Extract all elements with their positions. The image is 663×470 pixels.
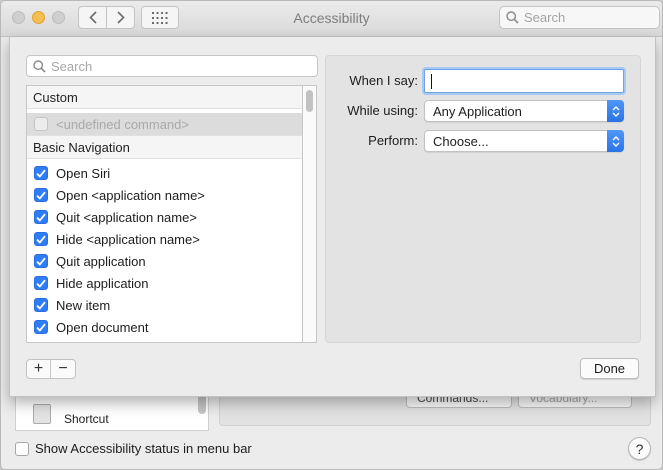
while-using-label: While using: — [347, 103, 418, 118]
chevron-up-down-icon — [612, 105, 619, 117]
command-row[interactable]: Quit application — [27, 250, 302, 272]
while-using-select[interactable]: Any Application — [424, 100, 624, 122]
checkbox[interactable] — [34, 117, 48, 131]
command-label: Hide application — [56, 275, 149, 291]
add-remove-control: + − — [26, 359, 76, 379]
command-label: Open document — [56, 319, 149, 335]
checkmark-icon — [36, 301, 46, 310]
checkbox-checked[interactable] — [34, 276, 48, 290]
checkbox-checked[interactable] — [34, 254, 48, 268]
add-command-button[interactable]: + — [27, 360, 52, 378]
command-label: Quit <application name> — [56, 209, 197, 225]
checkbox-checked[interactable] — [34, 320, 48, 334]
when-i-say-input[interactable] — [424, 69, 624, 93]
command-label: Quit application — [56, 253, 146, 269]
command-row[interactable]: Hide application — [27, 272, 302, 294]
command-row[interactable]: Open <application name> — [27, 184, 302, 206]
undefined-command-label: <undefined command> — [56, 116, 189, 132]
chevron-up-down-icon — [612, 135, 619, 147]
checkbox[interactable] — [15, 441, 29, 456]
commands-search-field[interactable]: Search — [26, 55, 318, 77]
commands-sheet: Search Custom <undefined command> Basic … — [9, 37, 656, 397]
category-item-label: Shortcut — [64, 412, 109, 426]
checkbox-checked[interactable] — [34, 210, 48, 224]
search-icon — [506, 11, 519, 24]
checkmark-icon — [36, 213, 46, 222]
command-row[interactable]: New item — [27, 294, 302, 316]
status-menu-label: Show Accessibility status in menu bar — [35, 441, 252, 456]
command-label: Open <application name> — [56, 187, 205, 203]
checkmark-icon — [36, 257, 46, 266]
command-row[interactable]: Hide <application name> — [27, 228, 302, 250]
section-header-custom: Custom — [27, 86, 302, 109]
perform-label: Perform: — [368, 133, 418, 148]
commands-list-scrollbar[interactable] — [303, 85, 317, 343]
commands-search-placeholder: Search — [51, 58, 93, 74]
text-caret — [431, 73, 432, 89]
window-search-field[interactable]: Search — [499, 6, 660, 29]
command-label: Hide <application name> — [56, 231, 200, 247]
search-icon — [33, 59, 46, 73]
undefined-command-row[interactable]: <undefined command> — [27, 113, 302, 135]
perform-value: Choose... — [433, 133, 489, 149]
checkbox-checked[interactable] — [34, 298, 48, 312]
select-stepper[interactable] — [607, 100, 624, 122]
checkbox-checked[interactable] — [34, 188, 48, 202]
done-button[interactable]: Done — [580, 358, 639, 379]
commands-list: Custom <undefined command> Basic Navigat… — [26, 85, 303, 343]
command-label: New item — [56, 297, 111, 313]
title-bar: Accessibility Search — [1, 1, 662, 37]
when-i-say-label: When I say: — [349, 73, 418, 88]
select-stepper[interactable] — [607, 130, 624, 152]
shortcut-icon — [33, 404, 51, 424]
remove-command-button[interactable]: − — [51, 360, 75, 378]
checkmark-icon — [36, 169, 46, 178]
command-detail-panel: When I say: While using: Any Application… — [325, 55, 641, 343]
window-search-placeholder: Search — [524, 10, 566, 25]
checkmark-icon — [36, 279, 46, 288]
command-row[interactable]: Open Siri — [27, 162, 302, 184]
scrollbar-thumb[interactable] — [306, 90, 313, 112]
status-menu-checkbox[interactable]: Show Accessibility status in menu bar — [15, 441, 252, 456]
checkmark-icon — [36, 191, 46, 200]
section-header-basic-navigation: Basic Navigation — [27, 135, 302, 159]
while-using-value: Any Application — [433, 103, 522, 119]
command-row[interactable]: Open document — [27, 316, 302, 338]
command-label: Open Siri — [56, 165, 111, 181]
checkbox-checked[interactable] — [34, 232, 48, 246]
help-button[interactable]: ? — [628, 437, 651, 460]
command-row[interactable]: Quit <application name> — [27, 206, 302, 228]
category-item-shortcut[interactable]: Shortcut — [16, 404, 208, 426]
checkmark-icon — [36, 235, 46, 244]
checkmark-icon — [36, 323, 46, 332]
preferences-window: Accessibility Search Shortcut Commands..… — [0, 0, 663, 470]
perform-select[interactable]: Choose... — [424, 130, 624, 152]
checkbox-checked[interactable] — [34, 166, 48, 180]
